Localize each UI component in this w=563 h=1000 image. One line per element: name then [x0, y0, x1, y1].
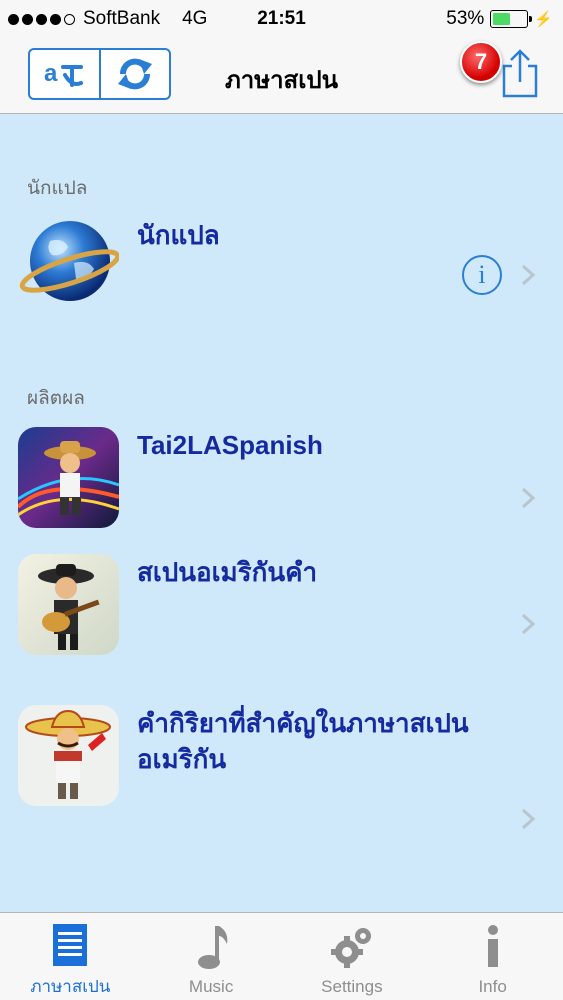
info-button[interactable]: i [462, 255, 502, 295]
tab-music[interactable]: Music [141, 913, 282, 1000]
list-item-translator[interactable]: นักแปล i [0, 213, 563, 328]
globe-icon [18, 213, 119, 314]
navigation-bar: a ภาษาสเปน 7 [0, 38, 563, 114]
app-sombrero-man-icon [18, 705, 119, 806]
status-bar: SoftBank 4G 21:51 53% ⚡ [0, 0, 563, 38]
tab-settings[interactable]: Settings [282, 913, 423, 1000]
row-title: Tai2LASpanish [137, 430, 323, 460]
battery-icon [490, 10, 533, 28]
list-item-american-spanish-words[interactable]: สเปนอเมริกันคำ [0, 554, 563, 669]
chevron-right-icon [521, 808, 536, 830]
notification-badge: 7 [460, 41, 502, 83]
chevron-right-icon [521, 613, 536, 635]
content-area: นักแปล นักแปล i ผลิตผล Tai2LASpanish สเป… [0, 115, 563, 912]
tab-info[interactable]: Info [422, 913, 563, 1000]
info-icon [469, 923, 517, 971]
tab-bar: ภาษาสเปน Music Settings Info [0, 912, 563, 1000]
share-icon [502, 49, 538, 98]
tab-spanish[interactable]: ภาษาสเปน [0, 913, 141, 1000]
tab-label: Info [478, 977, 507, 996]
chevron-right-icon [521, 487, 536, 509]
gears-icon [328, 923, 376, 971]
battery-percent: 53% [446, 8, 485, 29]
tab-label: ภาษาสเปน [30, 977, 111, 996]
music-note-icon [187, 923, 235, 971]
tab-label: Music [188, 977, 234, 996]
list-item-tai2laspanish[interactable]: Tai2LASpanish [0, 427, 563, 542]
app-guitar-player-icon [18, 554, 119, 655]
charging-bolt-icon: ⚡ [534, 11, 553, 28]
document-list-icon [46, 923, 94, 967]
info-icon: i [478, 260, 486, 289]
app-tai2laspanish-icon [18, 427, 119, 528]
section-header-products: ผลิตผล [27, 388, 85, 409]
row-title: นักแปล [137, 220, 220, 250]
section-header-translator: นักแปล [27, 178, 88, 199]
row-title: คำกิริยาที่สำคัญในภาษาสเปน อเมริกัน [137, 708, 469, 774]
chevron-right-icon [521, 264, 536, 286]
row-title: สเปนอเมริกันคำ [137, 557, 318, 587]
list-item-important-verbs[interactable]: คำกิริยาที่สำคัญในภาษาสเปน อเมริกัน [0, 705, 563, 845]
tab-label: Settings [321, 977, 383, 996]
share-button[interactable] [500, 46, 540, 98]
